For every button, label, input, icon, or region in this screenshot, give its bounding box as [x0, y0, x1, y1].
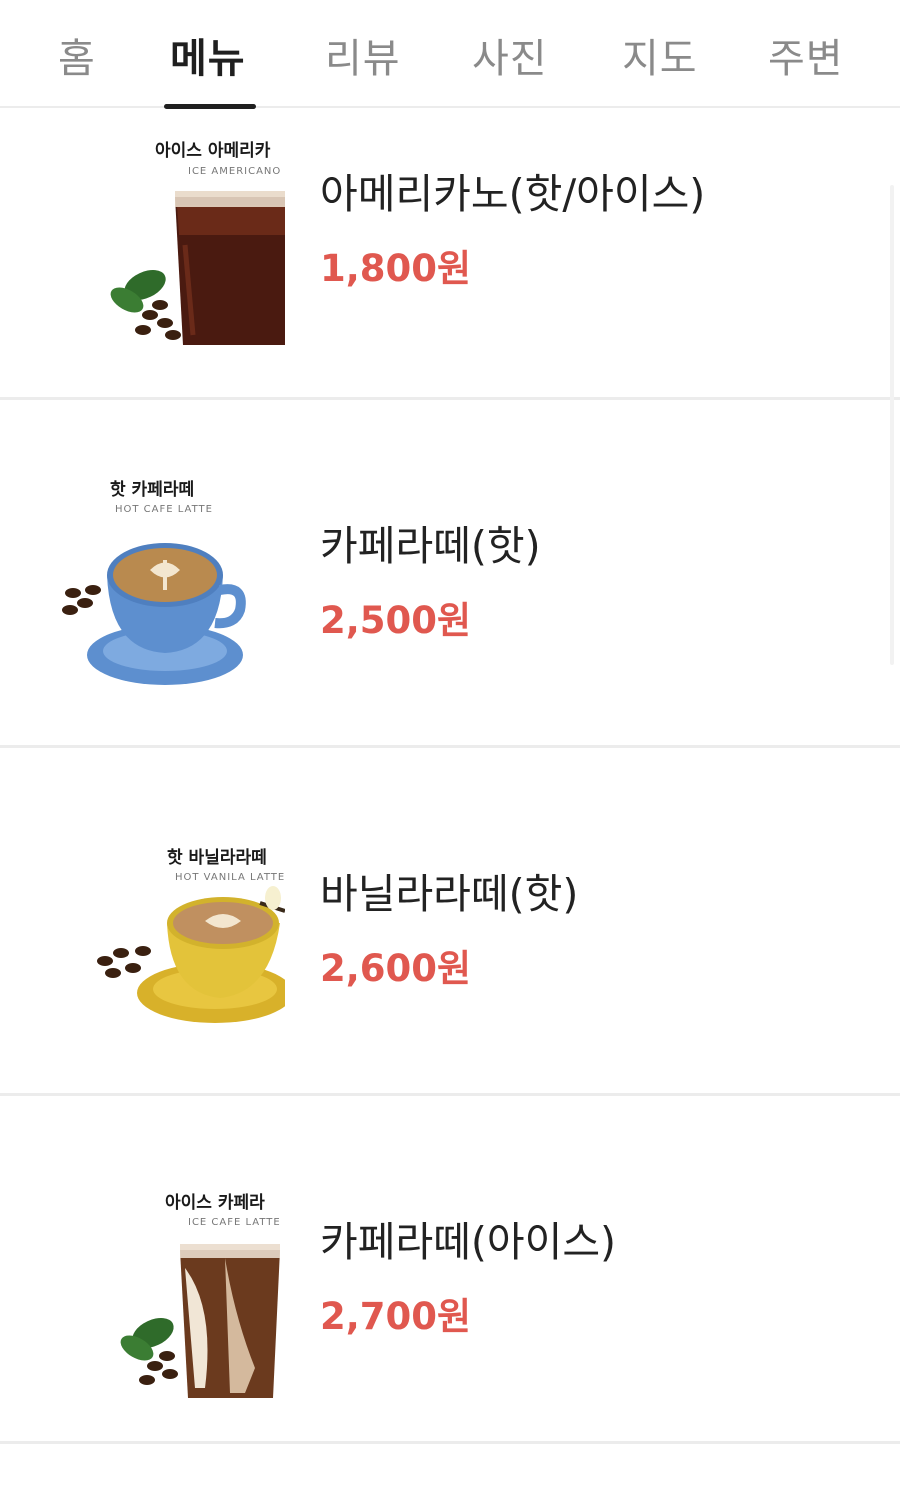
- vanilla-latte-hot-image: 핫 바닐라라떼 HOT VANILA LATTE: [55, 843, 285, 1063]
- menu-item-vanilla-latte-hot[interactable]: 핫 바닐라라떼 HOT VANILA LATTE 바닐라라떼(핫) 2,600원: [0, 748, 900, 1096]
- menu-item-name: 바닐라라떼(핫): [320, 870, 579, 918]
- thumb-subtitle: HOT CAFE LATTE: [115, 504, 213, 515]
- menu-item-name: 카페라떼(아이스): [320, 1218, 617, 1266]
- thumb-title: 핫 바닐라라떼: [167, 847, 267, 868]
- thumb-subtitle: HOT VANILA LATTE: [175, 872, 285, 883]
- menu-item-price: 2,700원: [320, 1295, 472, 1338]
- tab-reviews[interactable]: 리뷰: [325, 26, 401, 84]
- cafe-latte-hot-image: 핫 카페라떼 HOT CAFE LATTE: [55, 475, 285, 695]
- menu-item-cafe-latte-ice[interactable]: 아이스 카페라 ICE CAFE LATTE 카페라떼(아이스) 2,700원: [0, 1096, 900, 1444]
- tab-nearby[interactable]: 주변: [768, 26, 844, 84]
- tab-bar: 홈 메뉴 리뷰 사진 지도 주변: [0, 0, 900, 109]
- americano-image: 아이스 아메리카 ICE AMERICANO: [55, 135, 285, 355]
- menu-item-price: 2,500원: [320, 599, 472, 642]
- thumb-subtitle: ICE AMERICANO: [188, 166, 281, 177]
- thumb-subtitle: ICE CAFE LATTE: [188, 1217, 281, 1228]
- scrollbar[interactable]: [890, 185, 894, 665]
- thumb-title: 아이스 카페라: [165, 1193, 265, 1213]
- tab-map[interactable]: 지도: [622, 26, 698, 84]
- menu-item-price: 2,600원: [320, 947, 472, 990]
- active-tab-indicator: [164, 104, 256, 109]
- tab-home[interactable]: 홈: [58, 26, 96, 84]
- menu-item-price: 1,800원: [320, 247, 472, 290]
- thumb-title: 아이스 아메리카: [155, 141, 271, 161]
- menu-item-cafe-latte-hot[interactable]: 핫 카페라떼 HOT CAFE LATTE 카페라떼(핫) 2,500원: [0, 400, 900, 748]
- menu-item-americano[interactable]: 아이스 아메리카 ICE AMERICANO 아메리카노(핫/아이스) 1,80…: [0, 110, 900, 400]
- cafe-latte-ice-image: 아이스 카페라 ICE CAFE LATTE: [55, 1188, 285, 1408]
- tab-photos[interactable]: 사진: [472, 26, 548, 84]
- thumb-title: 핫 카페라떼: [110, 479, 194, 500]
- menu-item-name: 카페라떼(핫): [320, 522, 541, 570]
- tab-menu[interactable]: 메뉴: [170, 26, 246, 84]
- menu-item-name: 아메리카노(핫/아이스): [320, 170, 706, 218]
